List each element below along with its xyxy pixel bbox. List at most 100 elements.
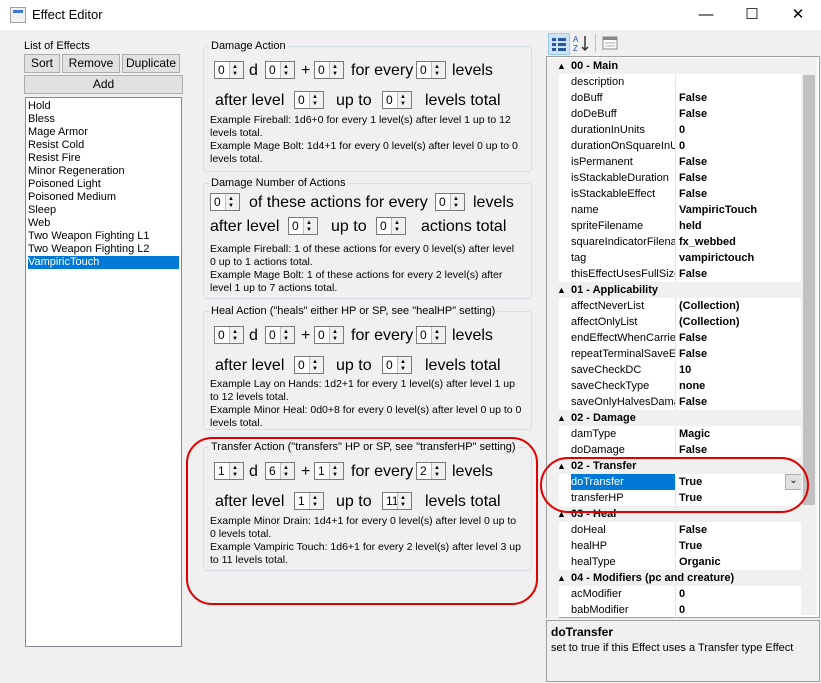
property-category[interactable]: ▲ 01 - Applicability [547, 282, 802, 298]
duplicate-button[interactable]: Duplicate [122, 54, 180, 73]
damage-dice-size-spinner[interactable]: 0 ▲ ▼ [265, 61, 295, 79]
transfer-up-to-spinner[interactable]: 11 ▲ ▼ [382, 492, 412, 510]
property-row[interactable]: squareIndicatorFilena fx_webbed [547, 234, 802, 250]
property-row[interactable]: durationOnSquareInU 0 [547, 138, 802, 154]
property-value[interactable]: none [679, 378, 802, 394]
property-row[interactable]: endEffectWhenCarrie False [547, 330, 802, 346]
dropdown-chevron-icon[interactable]: ⌄ [785, 474, 802, 490]
property-grid[interactable]: ▲ 00 - Main description doBuff False doDeBuff… [546, 56, 820, 618]
property-row[interactable]: spriteFilename held [547, 218, 802, 234]
property-value[interactable]: (Collection) [679, 298, 802, 314]
effect-list-item[interactable]: Minor Regeneration [28, 165, 179, 178]
property-value[interactable]: False [679, 346, 802, 362]
damage-up-to-spinner[interactable]: 0 ▲ ▼ [382, 91, 412, 109]
property-value[interactable]: False [679, 186, 802, 202]
property-category[interactable]: ▲ 04 - Modifiers (pc and creature) [547, 570, 802, 586]
transfer-bonus-spinner[interactable]: 1 ▲ ▼ [314, 462, 344, 480]
property-value[interactable]: False [679, 330, 802, 346]
property-row[interactable]: tag vampirictouch [547, 250, 802, 266]
property-value[interactable]: Organic [679, 554, 802, 570]
property-row[interactable]: doDeBuff False [547, 106, 802, 122]
property-row[interactable]: healHP True [547, 538, 802, 554]
collapse-icon[interactable]: ▲ [557, 458, 566, 474]
heal-per-levels-spinner[interactable]: 0 ▲ ▼ [416, 326, 446, 344]
property-grid-scroll-thumb[interactable] [803, 75, 815, 505]
property-value[interactable]: VampiricTouch [679, 202, 802, 218]
heal-dice-size-spinner[interactable]: 0 ▲ ▼ [265, 326, 295, 344]
remove-button[interactable]: Remove [62, 54, 120, 73]
damage-per-levels-spinner[interactable]: 0 ▲ ▼ [416, 61, 446, 79]
property-value[interactable]: False [679, 106, 802, 122]
effect-list-item[interactable]: VampiricTouch [28, 256, 179, 269]
damage-number-after-level-spinner[interactable]: 0 ▲ ▼ [288, 217, 318, 235]
damage-dice-count-spinner[interactable]: 0 ▲ ▼ [214, 61, 244, 79]
property-row[interactable]: isPermanent False [547, 154, 802, 170]
property-value[interactable]: 0 [679, 586, 802, 602]
property-value[interactable]: False [679, 170, 802, 186]
property-row[interactable]: acModifier 0 [547, 586, 802, 602]
property-row[interactable]: durationInUnits 0 [547, 122, 802, 138]
property-value[interactable]: held [679, 218, 802, 234]
effect-list-item[interactable]: Web [28, 217, 179, 230]
property-value[interactable]: vampirictouch [679, 250, 802, 266]
transfer-per-levels-spinner[interactable]: 2 ▲ ▼ [416, 462, 446, 480]
categorized-icon[interactable] [548, 33, 570, 55]
property-value[interactable]: 0 [679, 138, 802, 154]
damage-number-per-levels-spinner[interactable]: 0 ▲ ▼ [435, 193, 465, 211]
property-value[interactable]: 0 [679, 122, 802, 138]
transfer-after-level-spinner[interactable]: 1 ▲ ▼ [294, 492, 324, 510]
heal-after-level-spinner[interactable]: 0 ▲ ▼ [294, 356, 324, 374]
property-value[interactable]: Magic [679, 426, 802, 442]
collapse-icon[interactable]: ▲ [557, 282, 566, 298]
heal-up-to-spinner[interactable]: 0 ▲ ▼ [382, 356, 412, 374]
effects-listbox[interactable]: Hold Bless Mage Armor Resist Cold Resist Fir… [25, 97, 182, 647]
heal-dice-count-spinner[interactable]: 0 ▲ ▼ [214, 326, 244, 344]
property-row[interactable]: thisEffectUsesFullSize False [547, 266, 802, 282]
damage-number-count-spinner[interactable]: 0 ▲ ▼ [210, 193, 240, 211]
minimize-button[interactable]: — [683, 0, 729, 30]
collapse-icon[interactable]: ▲ [557, 570, 566, 586]
collapse-icon[interactable]: ▲ [557, 410, 566, 426]
effect-list-item[interactable]: Sleep [28, 204, 179, 217]
property-row[interactable]: repeatTerminalSaveE False [547, 346, 802, 362]
property-value[interactable]: False [679, 154, 802, 170]
property-category[interactable]: ▲ 03 - Heal [547, 506, 802, 522]
effect-list-item[interactable]: Two Weapon Fighting L2 [28, 243, 179, 256]
property-row[interactable]: damType Magic [547, 426, 802, 442]
collapse-icon[interactable]: ▲ [557, 58, 566, 74]
transfer-dice-size-spinner[interactable]: 6 ▲ ▼ [265, 462, 295, 480]
property-value[interactable]: False [679, 90, 802, 106]
property-pages-icon[interactable] [600, 33, 620, 53]
property-category[interactable]: ▲ 02 - Transfer [547, 458, 802, 474]
damage-number-up-to-spinner[interactable]: 0 ▲ ▼ [376, 217, 406, 235]
effect-list-item[interactable]: Poisoned Medium [28, 191, 179, 204]
property-row[interactable]: isStackableDuration False [547, 170, 802, 186]
effect-list-item[interactable]: Two Weapon Fighting L1 [28, 230, 179, 243]
property-row[interactable]: babModifier 0 [547, 602, 802, 618]
property-row[interactable]: doHeal False [547, 522, 802, 538]
property-category[interactable]: ▲ 00 - Main [547, 58, 802, 74]
property-value[interactable]: False [679, 442, 802, 458]
property-row[interactable]: saveCheckDC 10 [547, 362, 802, 378]
property-value[interactable]: 10 [679, 362, 802, 378]
close-button[interactable]: ✕ [775, 0, 821, 30]
property-row[interactable]: affectNeverList (Collection) [547, 298, 802, 314]
effect-list-item[interactable]: Bless [28, 113, 179, 126]
property-value[interactable]: False [679, 266, 802, 282]
property-row[interactable]: isStackableEffect False [547, 186, 802, 202]
maximize-button[interactable]: ☐ [729, 0, 775, 30]
property-category[interactable]: ▲ 02 - Damage [547, 410, 802, 426]
property-value[interactable]: 0 [679, 602, 802, 618]
property-row[interactable]: name VampiricTouch [547, 202, 802, 218]
property-row[interactable]: doBuff False [547, 90, 802, 106]
damage-after-level-spinner[interactable]: 0 ▲ ▼ [294, 91, 324, 109]
property-row[interactable]: doDamage False [547, 442, 802, 458]
property-row[interactable]: healType Organic [547, 554, 802, 570]
effect-list-item[interactable]: Poisoned Light [28, 178, 179, 191]
damage-bonus-spinner[interactable]: 0 ▲ ▼ [314, 61, 344, 79]
collapse-icon[interactable]: ▲ [557, 506, 566, 522]
transfer-dice-count-spinner[interactable]: 1 ▲ ▼ [214, 462, 244, 480]
sort-button[interactable]: Sort [24, 54, 60, 73]
property-value[interactable]: fx_webbed [679, 234, 802, 250]
property-row[interactable]: saveCheckType none [547, 378, 802, 394]
